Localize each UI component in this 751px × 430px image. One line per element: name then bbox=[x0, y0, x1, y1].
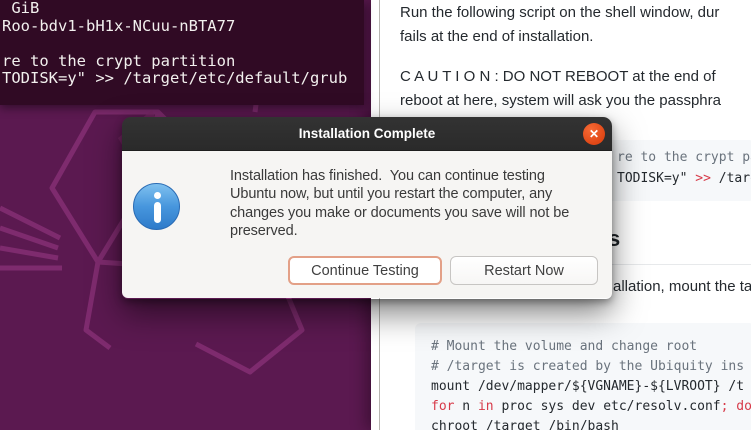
code-block-mount-text: # Mount the volume and change root# /tar… bbox=[431, 337, 751, 430]
dialog-title: Installation Complete bbox=[299, 117, 436, 150]
close-button[interactable]: ✕ bbox=[583, 123, 605, 145]
desktop: Run the following script on the shell wi… bbox=[0, 0, 751, 430]
dialog-message: Installation has finished. You can conti… bbox=[230, 167, 569, 240]
restart-now-button[interactable]: Restart Now bbox=[450, 256, 598, 285]
doc-paragraph-mount: allation, mount the ta bbox=[613, 275, 751, 299]
info-icon bbox=[133, 183, 180, 230]
dialog-body: Installation has finished. You can conti… bbox=[122, 151, 612, 298]
close-icon: ✕ bbox=[583, 123, 605, 145]
dialog-titlebar[interactable]: Installation Complete ✕ bbox=[122, 117, 612, 151]
doc-paragraph-caution: C A U T I O N : DO NOT REBOOT at the end… bbox=[400, 65, 721, 113]
continue-testing-button[interactable]: Continue Testing bbox=[288, 256, 442, 285]
terminal-window[interactable]: GiB Roo-bdv1-bH1x-NCuu-nBTA77 re to the … bbox=[0, 0, 364, 105]
terminal-output: GiB Roo-bdv1-bH1x-NCuu-nBTA77 re to the … bbox=[2, 0, 347, 88]
code-block-grub-text: re to the crypt paTODISK=y" >> /targ bbox=[617, 147, 751, 189]
doc-paragraph-run-script: Run the following script on the shell wi… bbox=[400, 1, 719, 49]
installation-complete-dialog: Installation Complete ✕ Installation has… bbox=[122, 117, 612, 299]
